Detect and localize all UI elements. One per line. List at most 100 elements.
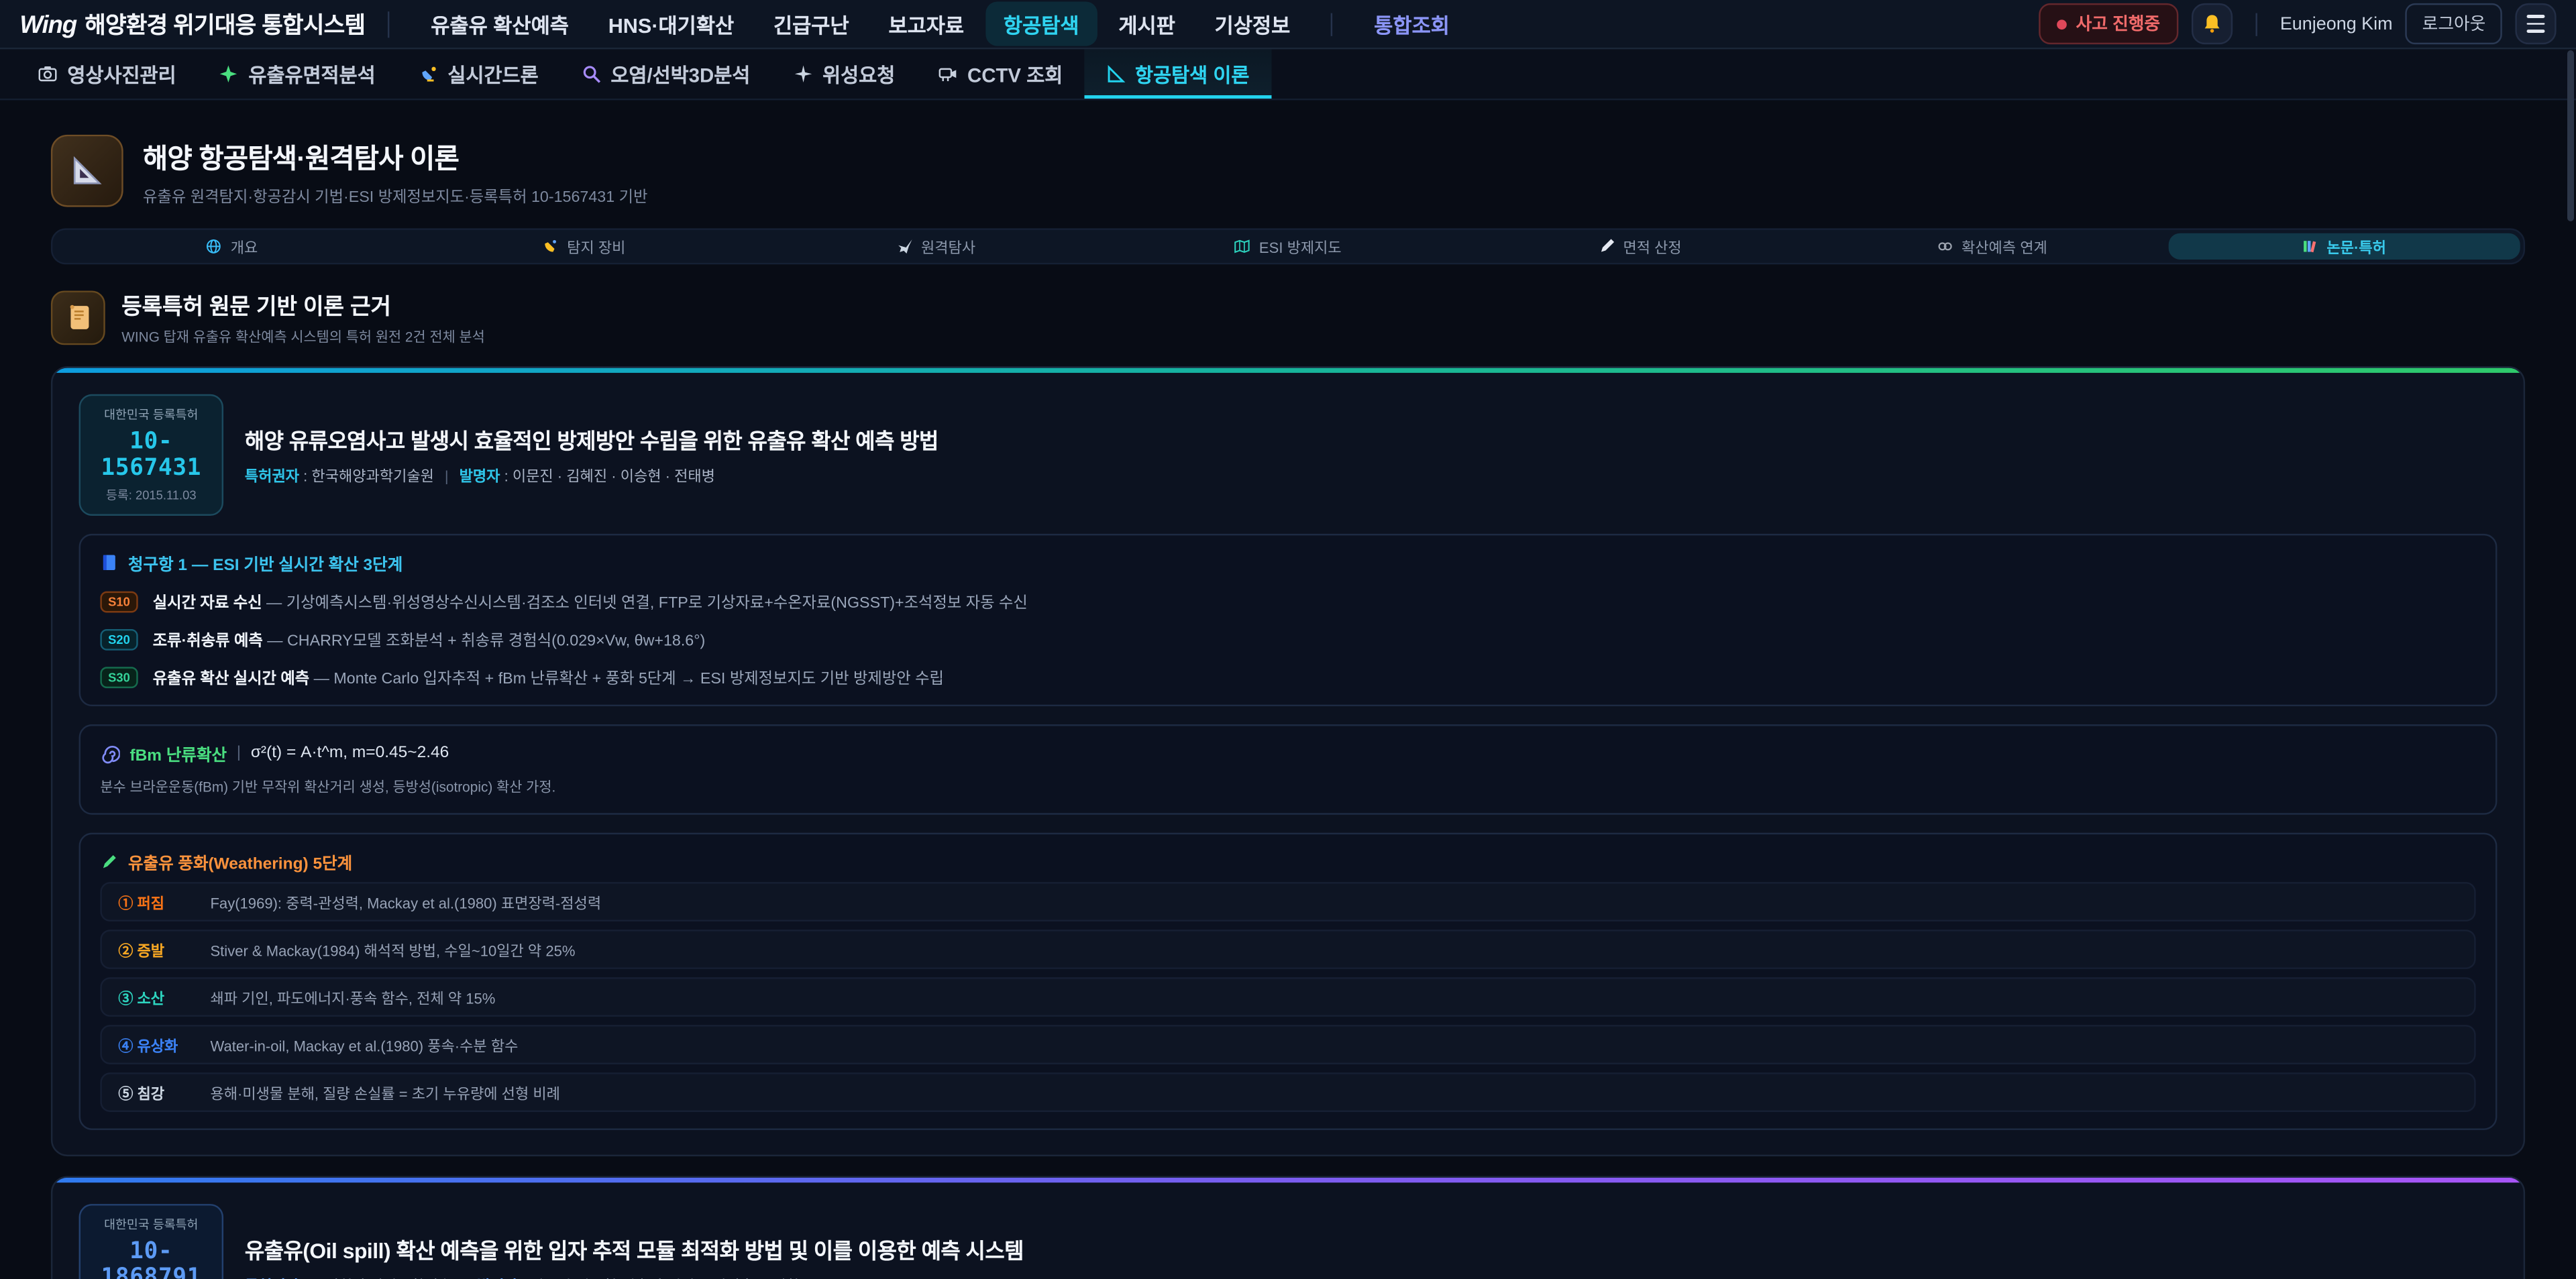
page-title-block: 해양 항공탐색·원격탐사 이론 유출유 원격탐지·항공감시 기법·ESI 방제정…	[143, 135, 647, 206]
menu-hns-air-diffusion[interactable]: HNS·대기확산	[590, 1, 752, 46]
fbm-description: 분수 브라운운동(fBm) 기반 무작위 확산거리 생성, 등방성(isotro…	[100, 777, 2475, 796]
triangle-ruler-icon	[1106, 64, 1125, 84]
books-icon	[2302, 238, 2318, 254]
map-icon	[1234, 238, 1250, 254]
tab-area-calculation[interactable]: 면적 산정	[1464, 233, 1816, 260]
claim1-box: 청구항 1 — ESI 기반 실시간 확산 3단계 S10 실시간 자료 수신 …	[79, 534, 2498, 706]
triangle-ruler-icon	[66, 150, 109, 192]
logout-button[interactable]: 로그아웃	[2406, 3, 2502, 44]
patent2-meta: 특허권자 : 주식회사 아라종합기술 | 발명자 : 김도연·김용혁·김충기·김…	[245, 1274, 1024, 1279]
scroll-icon	[63, 302, 93, 332]
app-title: 해양환경 위기대응 통합시스템	[85, 7, 365, 40]
link-icon	[1937, 238, 1953, 254]
weathering-row-evaporation: ② 증발 Stiver & Mackay(1984) 해석적 방법, 수일~10…	[100, 930, 2475, 969]
camera-icon	[38, 64, 57, 84]
book-icon	[100, 553, 118, 571]
page-subtitle: 유출유 원격탐지·항공감시 기법·ESI 방제정보지도·등록특허 10-1567…	[143, 183, 647, 206]
tab-overview[interactable]: 개요	[56, 233, 408, 260]
user-name: Eunjeong Kim	[2280, 14, 2393, 34]
subtab-cctv-view[interactable]: CCTV 조회	[916, 49, 1084, 98]
patent2-header: 대한민국 등록특허 10-1868791 등록: 2018.06.12 유출유(…	[79, 1204, 2498, 1279]
section-subtitle: WING 탑재 유출유 확산예측 시스템의 특허 원전 2건 전체 분석	[121, 327, 485, 346]
app-root: Wing 해양환경 위기대응 통합시스템 유출유 확산예측 HNS·대기확산 긴…	[0, 0, 2576, 1279]
menu-reports[interactable]: 보고자료	[871, 1, 983, 46]
weathering-row-dispersion: ③ 소산 쇄파 기인, 파도에너지·풍속 함수, 전체 약 15%	[100, 977, 2475, 1017]
patent-card-1: 대한민국 등록특허 10-1567431 등록: 2015.11.03 해양 유…	[51, 366, 2525, 1156]
subtab-satellite-request[interactable]: 위성요청	[771, 49, 916, 98]
tab-diffusion-link[interactable]: 확산예측 연계	[1816, 233, 2168, 260]
spiral-icon	[100, 743, 119, 763]
menu-emergency-rescue[interactable]: 긴급구난	[755, 1, 867, 46]
plane-icon	[896, 238, 912, 254]
fbm-box: fBm 난류확산 | σ²(t) = A·t^m, m=0.45~2.46 분수…	[79, 724, 2498, 815]
menu-integrated-search[interactable]: 통합조회	[1356, 1, 1468, 46]
section-header: 등록특허 원문 기반 이론 근거 WING 탑재 유출유 확산예측 시스템의 특…	[51, 288, 2525, 347]
antenna-icon	[542, 238, 558, 254]
theory-tabstrip: 개요 탐지 장비 원격탐사 ESI 방제지도 면적 산정 확산예측 연계	[51, 228, 2525, 264]
cctv-icon	[938, 64, 957, 84]
subtab-pollution-ship-3d[interactable]: 오염/선박3D분석	[559, 49, 771, 98]
main-menu: 유출유 확산예측 HNS·대기확산 긴급구난 보고자료 항공탐색 게시판 기상정…	[413, 1, 1308, 46]
claim-step-s20: S20 조류·취송류 예측 — CHARRY모델 조화분석 + 취송류 경험식(…	[100, 628, 2475, 651]
divider	[2255, 12, 2257, 35]
divider	[388, 11, 390, 37]
weathering-header: 유출유 풍화(Weathering) 5단계	[100, 849, 2475, 874]
patent2-title: 유출유(Oil spill) 확산 예측을 위한 입자 추적 모듈 최적화 방법…	[245, 1233, 1024, 1265]
tab-esi-map[interactable]: ESI 방제지도	[1112, 233, 1464, 260]
tab-papers-patents[interactable]: 논문·특허	[2168, 233, 2520, 260]
pencil-icon	[100, 852, 118, 871]
patent2-number: 10-1868791	[87, 1239, 215, 1279]
globe-icon	[206, 238, 222, 254]
patent1-number-badge: 대한민국 등록특허 10-1567431 등록: 2015.11.03	[79, 394, 224, 516]
claim-step-s30: S30 유출유 확산 실시간 예측 — Monte Carlo 입자추적 + f…	[100, 665, 2475, 688]
menu-board[interactable]: 게시판	[1100, 1, 1193, 46]
bell-icon	[2201, 13, 2222, 35]
claim-step-s10: S10 실시간 자료 수신 — 기상예측시스템·위성영상수신시스템·검조소 인터…	[100, 590, 2475, 612]
subtab-aerial-search-theory[interactable]: 항공탐색 이론	[1084, 49, 1271, 98]
fbm-formula-line: fBm 난류확산 | σ²(t) = A·t^m, m=0.45~2.46	[100, 740, 2475, 765]
section-title: 등록특허 원문 기반 이론 근거	[121, 288, 485, 321]
patent1-meta: 특허권자 : 한국해양과학기술원 | 발명자 : 이문진 · 김혜진 · 이승현…	[245, 465, 938, 486]
subtab-oil-area-analysis[interactable]: 유출유면적분석	[197, 49, 396, 98]
divider	[1332, 12, 1333, 35]
weathering-row-sedimentation: ⑤ 침강 용해·미생물 분해, 질량 손실률 = 초기 누유량에 선형 비례	[100, 1072, 2475, 1112]
subtab-realtime-drone[interactable]: 실시간드론	[397, 49, 560, 98]
satellite-star-icon	[793, 64, 812, 84]
magnifier-icon	[581, 64, 600, 84]
hamburger-icon	[2527, 15, 2545, 32]
tab-remote-sensing[interactable]: 원격탐사	[760, 233, 1112, 260]
hamburger-menu-button[interactable]	[2515, 3, 2556, 44]
subtab-image-photo-management[interactable]: 영상사진관리	[16, 49, 197, 98]
claim1-header: 청구항 1 — ESI 기반 실시간 확산 3단계	[100, 550, 2475, 575]
pen-icon	[1599, 238, 1615, 254]
patent-card-2: 대한민국 등록특허 10-1868791 등록: 2018.06.12 유출유(…	[51, 1176, 2525, 1279]
patent1-number: 10-1567431	[87, 429, 215, 481]
section-icon-box	[51, 290, 105, 344]
top-navigation: Wing 해양환경 위기대응 통합시스템 유출유 확산예측 HNS·대기확산 긴…	[0, 0, 2576, 49]
patent2-number-badge: 대한민국 등록특허 10-1868791 등록: 2018.06.12	[79, 1204, 224, 1279]
page-title-icon-box	[51, 135, 123, 207]
incident-status-label: 사고 진행중	[2076, 11, 2160, 36]
sub-navigation: 영상사진관리 유출유면적분석 실시간드론 오염/선박3D분석 위성요청 CCTV…	[0, 49, 2576, 100]
menu-aerial-search[interactable]: 항공탐색	[985, 1, 1097, 46]
incident-status-badge: 사고 진행중	[2038, 3, 2178, 44]
weathering-row-emulsification: ④ 유상화 Water-in-oil, Mackay et al.(1980) …	[100, 1025, 2475, 1064]
alert-dot-icon	[2056, 19, 2066, 29]
weathering-row-spreading: ① 퍼짐 Fay(1969): 중력-관성력, Mackay et al.(19…	[100, 882, 2475, 922]
sparkle-icon	[219, 64, 238, 84]
page-title: 해양 항공탐색·원격탐사 이론	[143, 135, 647, 175]
patent2-title-block: 유출유(Oil spill) 확산 예측을 위한 입자 추적 모듈 최적화 방법…	[245, 1233, 1024, 1279]
patent1-title: 해양 유류오염사고 발생시 효율적인 방제방안 수립을 위한 유출유 확산 예측…	[245, 424, 938, 455]
patent1-title-block: 해양 유류오염사고 발생시 효율적인 방제방안 수립을 위한 유출유 확산 예측…	[245, 424, 938, 486]
menu-weather-info[interactable]: 기상정보	[1197, 1, 1309, 46]
main-content: 해양 항공탐색·원격탐사 이론 유출유 원격탐지·항공감시 기법·ESI 방제정…	[0, 135, 2576, 1279]
satellite-dish-icon	[418, 64, 437, 84]
notifications-button[interactable]	[2192, 3, 2233, 44]
menu-oil-spill-forecast[interactable]: 유출유 확산예측	[413, 1, 587, 46]
tab-detection-equipment[interactable]: 탐지 장비	[408, 233, 760, 260]
scrollbar[interactable]	[2567, 50, 2574, 221]
app-logo[interactable]: Wing 해양환경 위기대응 통합시스템	[19, 7, 365, 40]
section-title-block: 등록특허 원문 기반 이론 근거 WING 탑재 유출유 확산예측 시스템의 특…	[121, 288, 485, 347]
weathering-box: 유출유 풍화(Weathering) 5단계 ① 퍼짐 Fay(1969): 중…	[79, 833, 2498, 1130]
brand-mark: Wing	[19, 11, 76, 39]
